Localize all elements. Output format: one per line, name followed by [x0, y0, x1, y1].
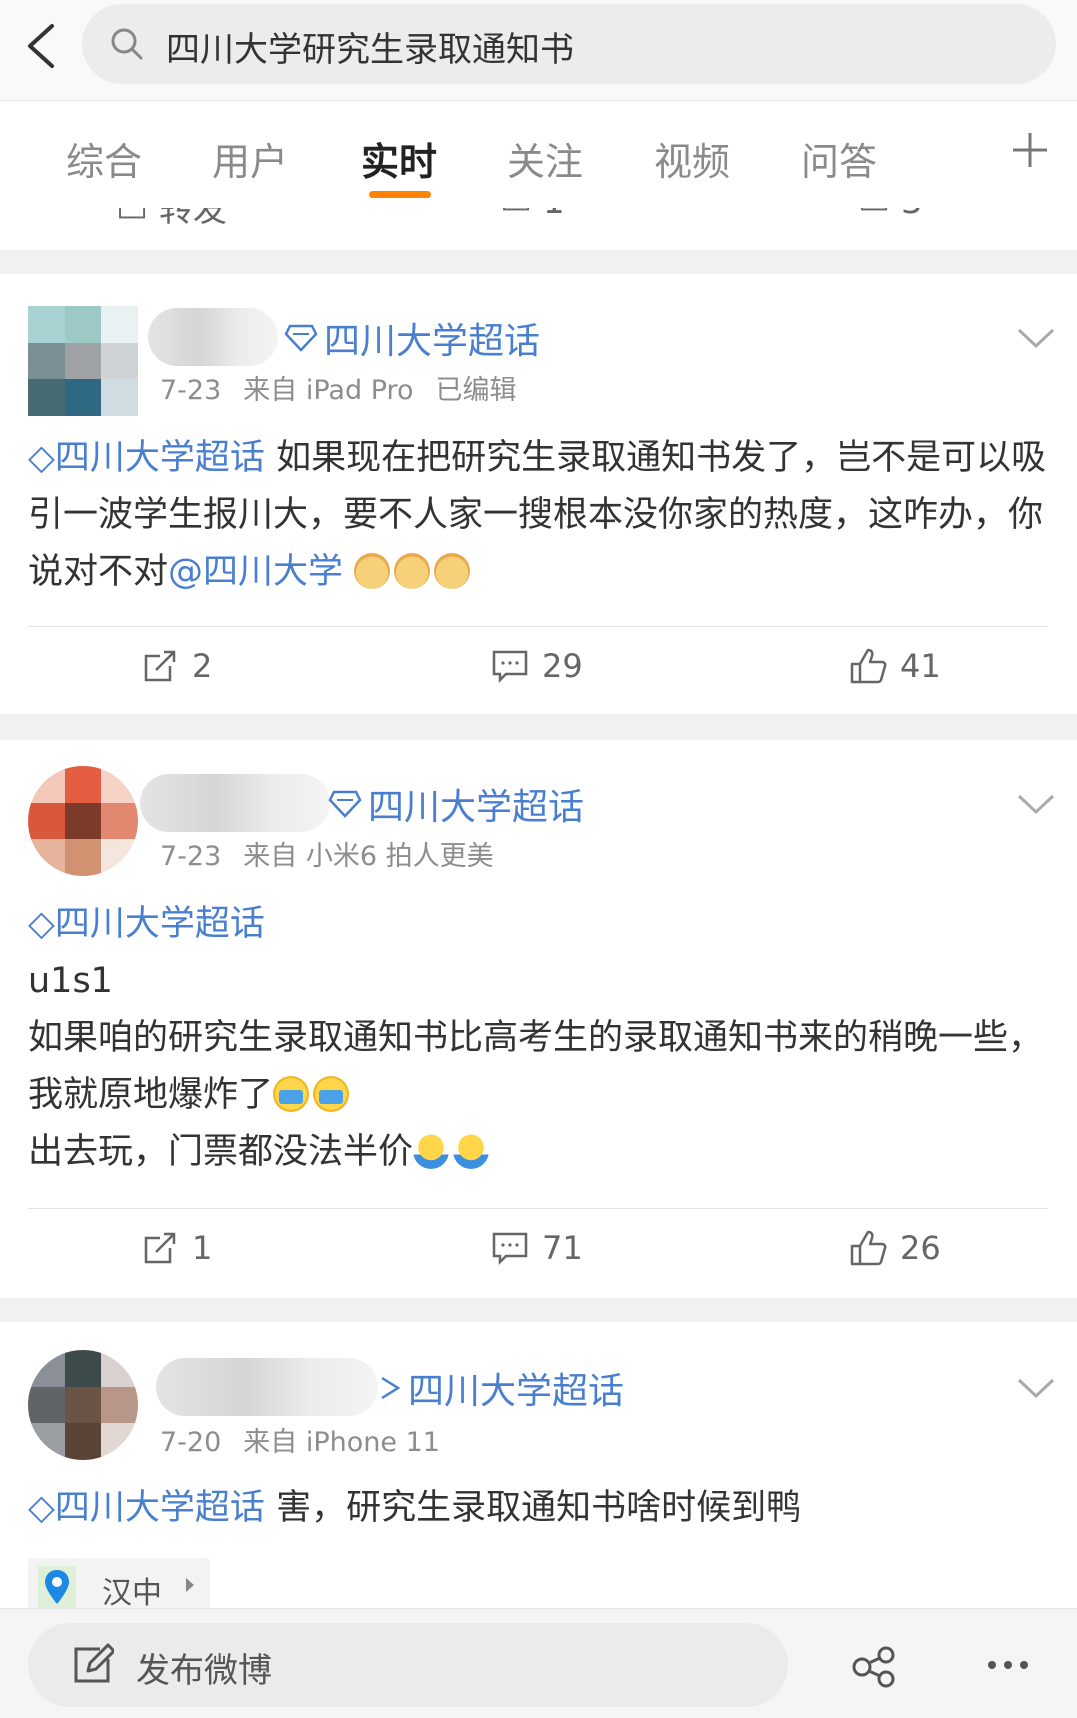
location-chip[interactable]: 汉中: [28, 1558, 210, 1614]
blurred-username[interactable]: [140, 774, 330, 832]
like-button[interactable]: 41: [848, 646, 941, 686]
search-bar[interactable]: 四川大学研究生录取通知书: [82, 4, 1056, 84]
bottom-bar: 发布微博: [0, 1608, 1077, 1718]
topic-tag[interactable]: ◇四川大学超话: [28, 1488, 265, 1528]
repost-icon: [144, 1232, 176, 1264]
more-icon[interactable]: [986, 1659, 1030, 1671]
search-query: 四川大学研究生录取通知书: [166, 30, 574, 70]
supertopic-link[interactable]: 四川大学超话: [284, 312, 540, 364]
post-meta: 7-23 来自 小米6 拍人更美: [160, 841, 494, 872]
divider: [28, 626, 1048, 627]
post-line: u1s1: [28, 961, 113, 1001]
post-text: ◇四川大学超话 如果现在把研究生录取通知书发了，岂不是可以吸引一波学生报川大，要…: [28, 438, 1047, 592]
shrug-emoji-icon: [413, 1133, 450, 1169]
chevron-right-icon: [186, 1578, 194, 1592]
crying-emoji-icon: [313, 1076, 350, 1112]
thumbs-up-icon: [850, 1230, 887, 1266]
topic-tag[interactable]: ◇四川大学超话: [28, 438, 265, 478]
tab-following[interactable]: 关注: [507, 131, 583, 186]
like-button[interactable]: 26: [848, 1228, 941, 1268]
tab-realtime[interactable]: 实时: [361, 131, 437, 186]
supertopic-link[interactable]: 四川大学超话: [378, 1362, 624, 1414]
supertopic-link[interactable]: 四川大学超话: [328, 778, 584, 830]
tab-bar: 综合 用户 实时 关注 视频 问答: [0, 100, 1077, 208]
post-card[interactable]: 四川大学超话 7-23 来自 小米6 拍人更美 ◇四川大学超话 u1s1 如果咱的…: [0, 740, 1077, 1298]
tab-video[interactable]: 视频: [654, 131, 730, 186]
post-card[interactable]: 四川大学超话 7-23 来自 iPad Pro 已编辑 ◇四川大学超话 如果现在把研…: [0, 274, 1077, 714]
mention-link[interactable]: @四川大学: [168, 552, 343, 592]
avatar[interactable]: [28, 306, 138, 416]
comment-button[interactable]: 29: [490, 646, 583, 686]
compose-label: 发布微博: [136, 1651, 272, 1691]
blurred-username[interactable]: [156, 1358, 378, 1416]
doge-emoji-icon: [394, 553, 431, 589]
diamond-icon: [381, 1376, 401, 1400]
add-tab-icon[interactable]: [1010, 127, 1050, 173]
chevron-down-icon[interactable]: [1015, 322, 1057, 352]
tab-comprehensive[interactable]: 综合: [66, 131, 142, 186]
blurred-username[interactable]: [148, 308, 278, 366]
shrug-emoji-icon: [453, 1133, 490, 1169]
prev-repost[interactable]: ▭ 转发: [116, 208, 227, 231]
repost-button[interactable]: 2: [140, 646, 212, 686]
post-text: ◇四川大学超话 害，研究生录取通知书啥时候到鸭: [28, 1488, 802, 1528]
comment-button[interactable]: 71: [490, 1228, 583, 1268]
compose-button[interactable]: 发布微博: [28, 1623, 788, 1707]
repost-button[interactable]: 1: [140, 1228, 212, 1268]
share-icon[interactable]: [850, 1645, 898, 1689]
diamond-icon: [328, 790, 362, 818]
chevron-down-icon[interactable]: [1015, 788, 1057, 818]
search-icon: [111, 28, 143, 60]
prev-likes[interactable]: ▭ 3: [858, 208, 923, 222]
avatar[interactable]: [28, 1350, 138, 1460]
post-meta: 7-20 来自 iPhone 11: [160, 1427, 440, 1458]
doge-emoji-icon: [434, 553, 471, 589]
back-arrow-icon[interactable]: [18, 20, 64, 72]
avatar[interactable]: [28, 766, 138, 876]
tab-qa[interactable]: 问答: [801, 131, 877, 186]
comment-icon: [492, 650, 528, 684]
thumbs-up-icon: [850, 648, 887, 684]
crying-emoji-icon: [273, 1076, 310, 1112]
tab-users[interactable]: 用户: [212, 131, 288, 186]
post-line: 如果咱的研究生录取通知书比高考生的录取通知书来的稍晚一些，我就原地爆炸了: [28, 1018, 1044, 1115]
diamond-icon: [284, 324, 318, 352]
doge-emoji-icon: [354, 553, 391, 589]
prev-comments[interactable]: ▭ 1: [500, 208, 565, 222]
location-pin-icon: [38, 1566, 76, 1608]
active-tab-indicator: [369, 191, 431, 198]
edit-icon: [74, 1643, 114, 1683]
divider: [28, 1208, 1048, 1209]
post-meta: 7-23 来自 iPad Pro 已编辑: [160, 375, 517, 406]
repost-icon: [144, 650, 176, 682]
post-line: 出去玩，门票都没法半价: [28, 1124, 1053, 1181]
post-text: ◇四川大学超话 u1s1 如果咱的研究生录取通知书比高考生的录取通知书来的稍晚一…: [28, 896, 1053, 1181]
location-label: 汉中: [102, 1576, 162, 1611]
comment-icon: [492, 1232, 528, 1266]
top-bar: 四川大学研究生录取通知书: [0, 0, 1077, 100]
chevron-down-icon[interactable]: [1015, 1372, 1057, 1402]
topic-tag[interactable]: ◇四川大学超话: [28, 904, 265, 944]
previous-post-actions: ▭ 转发 ▭ 1 ▭ 3: [0, 208, 1077, 250]
